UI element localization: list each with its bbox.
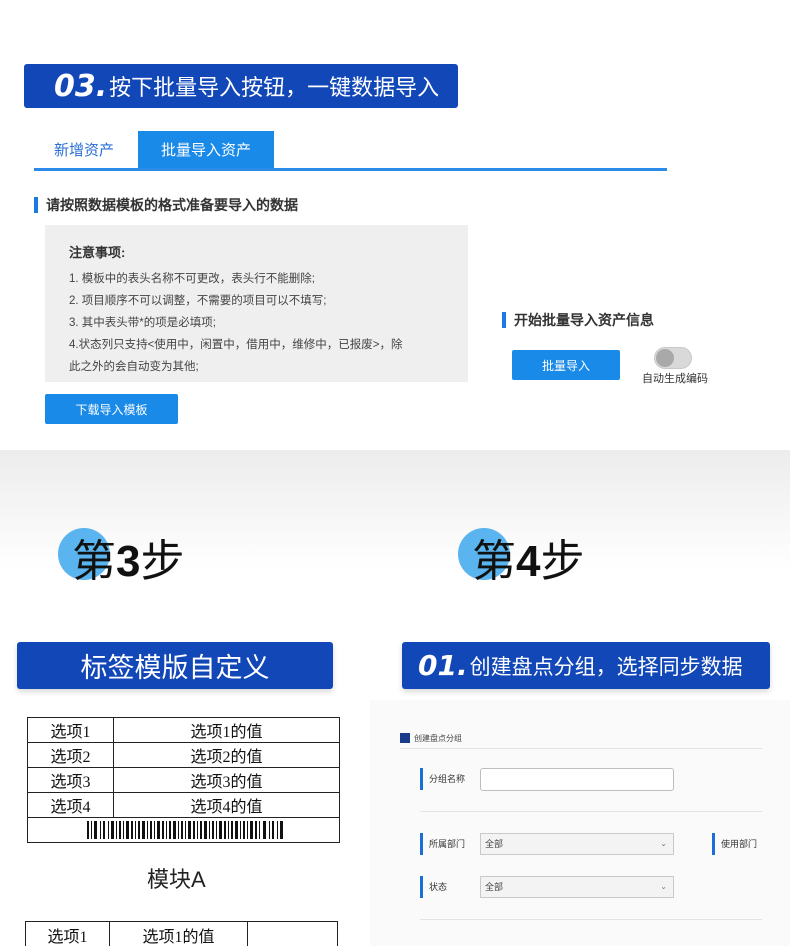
option-key: 选项4 bbox=[27, 792, 114, 818]
divider bbox=[420, 919, 762, 920]
batch-import-button[interactable]: 批量导入 bbox=[512, 350, 620, 380]
notice-line: 2. 项目顺序不可以调整，不需要的项目可以不填写; bbox=[69, 295, 327, 307]
option-extra bbox=[247, 921, 338, 946]
group-name-label: 分组名称 bbox=[420, 768, 465, 790]
step-4-text: 第4步 bbox=[472, 536, 585, 587]
chevron-down-icon: ⌄ bbox=[660, 882, 667, 891]
chevron-down-icon: ⌄ bbox=[660, 839, 667, 848]
notice-box: 注意事项: 1. 模板中的表头名称不可更改，表头行不能删除; 2. 项目顺序不可… bbox=[45, 225, 468, 382]
table-row: 选项1 选项1的值 bbox=[27, 717, 340, 743]
option-key: 选项1 bbox=[25, 921, 110, 946]
label-template-table: 选项1 选项1的值 选项2 选项2的值 选项3 选项3的值 选项4 选项4的值 bbox=[27, 717, 340, 818]
asset-tabs: 新增资产 批量导入资产 bbox=[34, 131, 667, 171]
form-icon bbox=[400, 733, 410, 743]
notice-line: 4.状态列只支持<使用中，闲置中，借用中，维修中，已报废>，除 bbox=[69, 339, 403, 351]
tab-batch-import[interactable]: 批量导入资产 bbox=[138, 131, 274, 168]
divider bbox=[420, 811, 762, 812]
option-value: 选项2的值 bbox=[113, 742, 340, 768]
dept-label: 所属部门 bbox=[420, 833, 465, 855]
use-dept-label: 使用部门 bbox=[712, 833, 757, 855]
dept-select-value: 全部 bbox=[485, 839, 504, 849]
table-row: 选项4 选项4的值 bbox=[27, 792, 340, 818]
option-value: 选项4的值 bbox=[113, 792, 340, 818]
form-title: 创建盘点分组 bbox=[414, 734, 462, 743]
section-title-prepare-data: 请按照数据模板的格式准备要导入的数据 bbox=[34, 197, 298, 213]
step-3-text: 第3步 bbox=[72, 536, 185, 587]
banner-text: 创建盘点分组，选择同步数据 bbox=[469, 655, 743, 679]
form-header: 创建盘点分组 bbox=[400, 733, 762, 749]
group-name-input[interactable] bbox=[480, 768, 674, 791]
banner-number: 01. bbox=[418, 649, 468, 682]
module-a-label: 模块A bbox=[141, 862, 219, 894]
section-title-start-import: 开始批量导入资产信息 bbox=[502, 312, 654, 328]
module-a-text: 模块A bbox=[147, 867, 206, 892]
option-value: 选项1的值 bbox=[109, 921, 248, 946]
toggle-knob bbox=[656, 349, 674, 367]
dept-select[interactable]: 全部 ⌄ bbox=[480, 833, 674, 855]
module-a-table: 选项1 选项1的值 bbox=[25, 921, 338, 946]
status-label: 状态 bbox=[420, 876, 447, 898]
notice-line: 此之外的会自动变为其他; bbox=[69, 361, 199, 373]
option-value: 选项1的值 bbox=[113, 717, 340, 743]
barcode-icon bbox=[87, 821, 283, 839]
step-03-banner: 03. 按下批量导入按钮，一键数据导入 bbox=[24, 64, 458, 108]
barcode-row bbox=[27, 817, 340, 843]
notice-line: 3. 其中表头带*的项是必填项; bbox=[69, 317, 216, 329]
label-template-banner: 标签模版自定义 bbox=[17, 642, 333, 689]
option-key: 选项2 bbox=[27, 742, 114, 768]
status-select-value: 全部 bbox=[485, 882, 504, 892]
banner-text: 按下批量导入按钮，一键数据导入 bbox=[109, 75, 440, 100]
banner-number: 03. bbox=[54, 68, 108, 104]
notice-title: 注意事项: bbox=[69, 245, 126, 260]
tab-new-asset[interactable]: 新增资产 bbox=[34, 131, 134, 168]
auto-code-label: 自动生成编码 bbox=[642, 373, 708, 385]
download-template-button[interactable]: 下载导入模板 bbox=[45, 394, 178, 424]
step-01-banner: 01. 创建盘点分组，选择同步数据 bbox=[402, 642, 770, 689]
status-select[interactable]: 全部 ⌄ bbox=[480, 876, 674, 898]
table-row: 选项1 选项1的值 bbox=[25, 921, 338, 946]
notice-line: 1. 模板中的表头名称不可更改，表头行不能删除; bbox=[69, 273, 315, 285]
table-row: 选项3 选项3的值 bbox=[27, 767, 340, 793]
auto-code-toggle[interactable] bbox=[654, 347, 692, 369]
option-value: 选项3的值 bbox=[113, 767, 340, 793]
table-row: 选项2 选项2的值 bbox=[27, 742, 340, 768]
option-key: 选项3 bbox=[27, 767, 114, 793]
option-key: 选项1 bbox=[27, 717, 114, 743]
